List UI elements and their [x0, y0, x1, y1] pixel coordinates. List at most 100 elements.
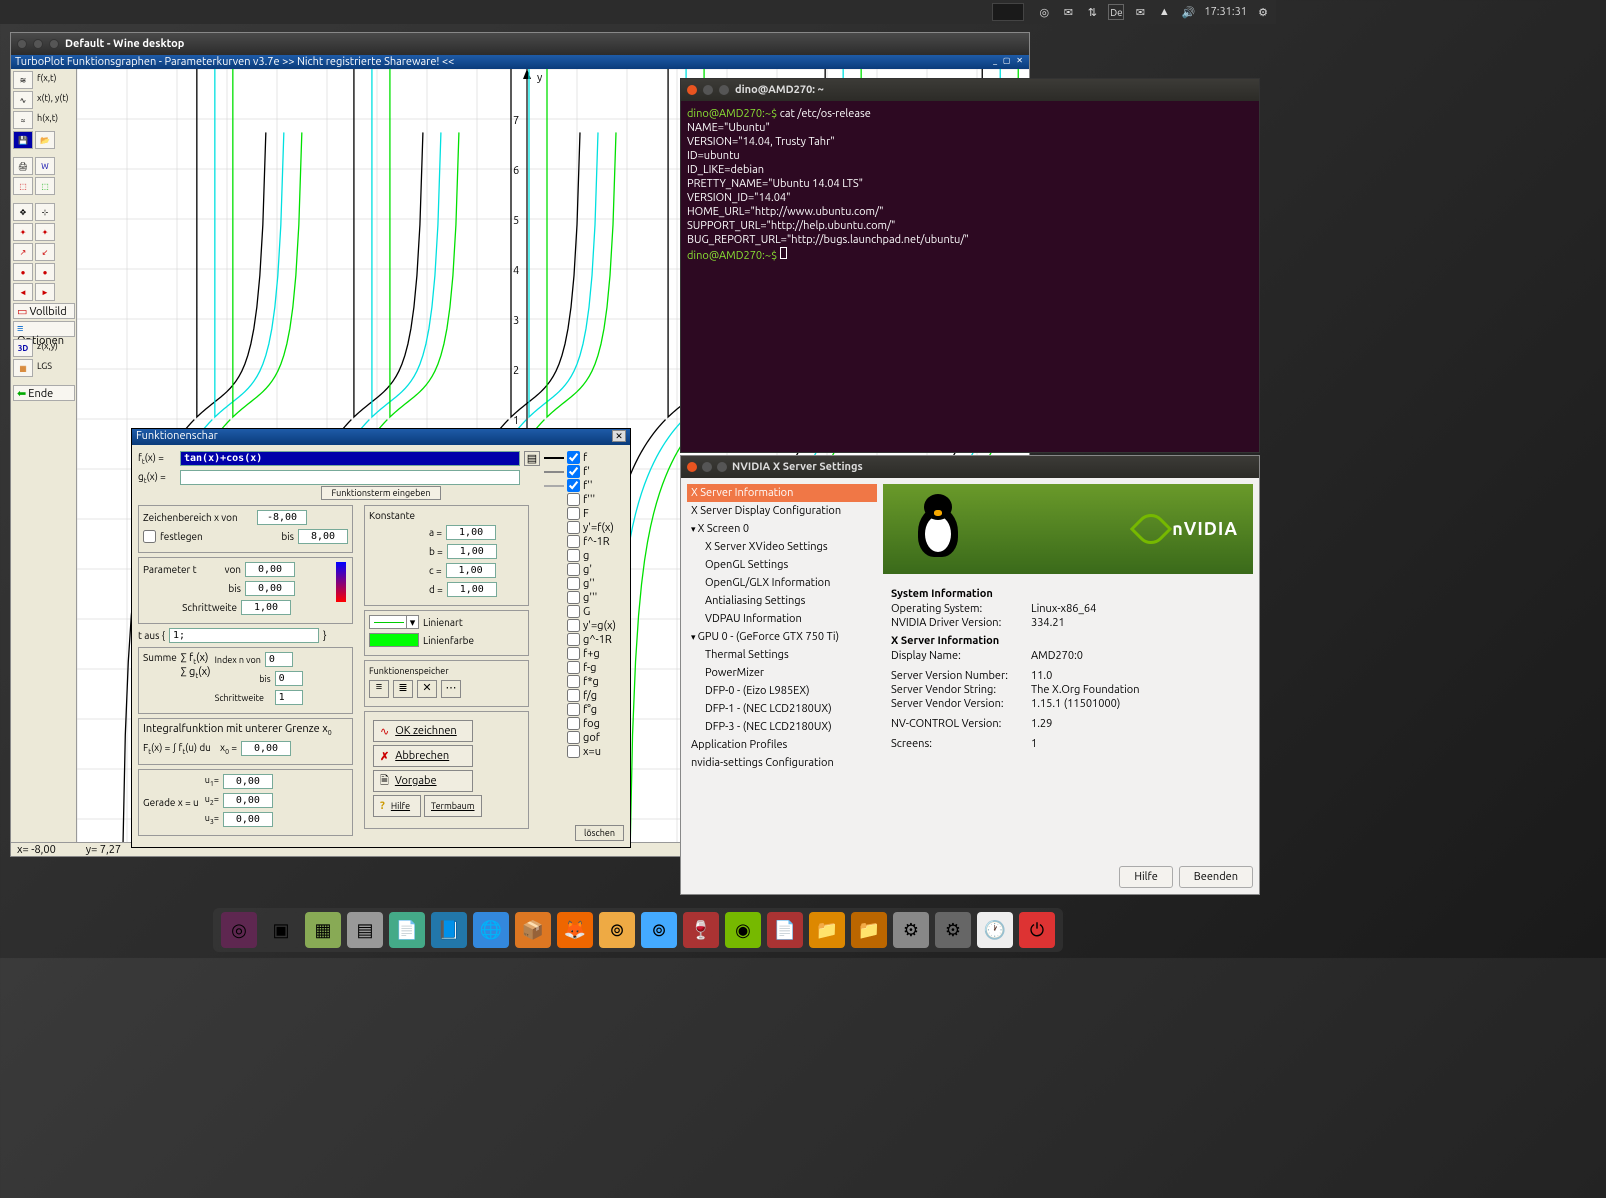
clock[interactable]: 17:31:31 — [1204, 6, 1247, 18]
dock-item[interactable]: 🕐 — [977, 912, 1013, 948]
updown-icon[interactable]: ⇅ — [1084, 4, 1100, 20]
flist-checkbox[interactable] — [567, 647, 580, 660]
param-step-input[interactable] — [241, 600, 291, 615]
tree-item[interactable]: GPU 0 - (GeForce GTX 750 Ti) — [687, 628, 877, 646]
dock-item[interactable]: 📄 — [389, 912, 425, 948]
fx-input[interactable] — [180, 451, 520, 466]
tool-a-icon[interactable]: ⬚ — [13, 177, 33, 195]
flist-checkbox[interactable] — [567, 619, 580, 632]
tree-item[interactable]: X Screen 0 — [687, 520, 877, 538]
grid-icon[interactable]: ▦ — [13, 359, 33, 377]
param-to-input[interactable] — [245, 581, 295, 596]
dock-item[interactable]: 📁 — [851, 912, 887, 948]
wine-titlebar[interactable]: Default - Wine desktop — [11, 33, 1029, 55]
dock-item[interactable]: ◎ — [221, 912, 257, 948]
dock-item[interactable]: 📄 — [767, 912, 803, 948]
flist-checkbox[interactable] — [567, 479, 580, 492]
dock-item[interactable]: ▤ — [347, 912, 383, 948]
maximize-icon[interactable] — [49, 39, 59, 49]
sound-icon[interactable]: 🔊 — [1180, 4, 1196, 20]
flist-checkbox[interactable] — [567, 451, 580, 464]
tree-item[interactable]: Application Profiles — [687, 736, 877, 754]
taus-input[interactable] — [169, 628, 319, 643]
print-icon[interactable]: 🖨 — [13, 157, 33, 175]
mem-a-icon[interactable]: ≡ — [369, 680, 389, 698]
dock-item[interactable]: 📁 — [809, 912, 845, 948]
dock-item[interactable]: ⊚ — [599, 912, 635, 948]
const-c-input[interactable] — [446, 563, 496, 578]
ok-button[interactable]: ∿OK zeichnen — [373, 720, 473, 742]
zoom-icon[interactable]: ⊹ — [35, 203, 55, 221]
flist-checkbox[interactable] — [567, 563, 580, 576]
fullscreen-button[interactable]: ▭ Vollbild — [13, 303, 75, 319]
dock-item[interactable]: ⚙ — [935, 912, 971, 948]
const-b-input[interactable] — [447, 544, 497, 559]
messaging-icon[interactable]: ✉ — [1060, 4, 1076, 20]
dock-item[interactable]: 🌐 — [473, 912, 509, 948]
sum-n3-input[interactable] — [275, 690, 303, 705]
arrows-b-icon[interactable]: ✦ — [35, 223, 55, 241]
h-tool-icon[interactable]: ≈ — [13, 111, 33, 129]
keyboard-lang-indicator[interactable]: De — [1108, 4, 1124, 20]
u1-input[interactable] — [223, 774, 273, 789]
festlegen-checkbox[interactable] — [143, 530, 156, 543]
dock-item[interactable]: ⊚ — [641, 912, 677, 948]
tree-item[interactable]: Thermal Settings — [687, 646, 877, 664]
flist-checkbox[interactable] — [567, 661, 580, 674]
exit-button[interactable]: ⬅ Ende — [13, 385, 75, 401]
3d-button[interactable]: 3D — [13, 339, 33, 357]
loeschen-button[interactable]: löschen — [575, 825, 624, 841]
linestyle-select[interactable]: ▾ — [369, 615, 419, 629]
arrows-d-icon[interactable]: ↙ — [35, 243, 55, 261]
default-button[interactable]: 🗎Vorgabe — [373, 770, 473, 792]
word-icon[interactable]: W — [35, 157, 55, 175]
u3-input[interactable] — [223, 812, 273, 827]
arrows-a-icon[interactable]: ✦ — [13, 223, 33, 241]
flist-checkbox[interactable] — [567, 549, 580, 562]
flist-checkbox[interactable] — [567, 535, 580, 548]
dock-item[interactable]: ◉ — [725, 912, 761, 948]
tree-item[interactable]: OpenGL Settings — [687, 556, 877, 574]
dock-item[interactable]: 📦 — [515, 912, 551, 948]
xy-tool-icon[interactable]: ∿ — [13, 91, 33, 109]
mem-d-icon[interactable]: ⋯ — [441, 680, 461, 698]
terminal-output[interactable]: dino@AMD270:~$ cat /etc/os-release NAME=… — [681, 101, 1259, 269]
tree-item[interactable]: PowerMizer — [687, 664, 877, 682]
tool-b-icon[interactable]: ⬚ — [35, 177, 55, 195]
mem-c-icon[interactable]: ✕ — [417, 680, 437, 698]
dot-a-icon[interactable]: ● — [13, 263, 33, 281]
tree-item[interactable]: DFP-3 - (NEC LCD2180UX) — [687, 718, 877, 736]
sum-n2-input[interactable] — [275, 671, 303, 686]
tree-item[interactable]: DFP-1 - (NEC LCD2180UX) — [687, 700, 877, 718]
options-button[interactable]: ≡ Optionen — [13, 321, 75, 337]
tree-item[interactable]: nvidia-settings Configuration — [687, 754, 877, 772]
quit-button[interactable]: Beenden — [1179, 866, 1253, 888]
close-icon[interactable] — [17, 39, 27, 49]
fx-tool-icon[interactable]: ≋ — [13, 71, 33, 89]
close-icon[interactable] — [687, 85, 697, 95]
help-button[interactable]: ?Hilfe — [373, 795, 421, 817]
dock-item[interactable]: 🍷 — [683, 912, 719, 948]
open-icon[interactable]: 📂 — [35, 131, 55, 149]
dock-item[interactable]: 📘 — [431, 912, 467, 948]
ubuntu-icon[interactable]: ◎ — [1036, 4, 1052, 20]
flist-checkbox[interactable] — [567, 689, 580, 702]
tree-item[interactable]: X Server Display Configuration — [687, 502, 877, 520]
dot-b-icon[interactable]: ● — [35, 263, 55, 281]
flist-checkbox[interactable] — [567, 521, 580, 534]
param-from-input[interactable] — [245, 562, 295, 577]
dock-item[interactable]: ▦ — [305, 912, 341, 948]
const-d-input[interactable] — [447, 582, 497, 597]
dock-item[interactable]: ⏻ — [1019, 912, 1055, 948]
system-monitor-indicator[interactable] — [992, 3, 1024, 21]
tree-item[interactable]: OpenGL/GLX Information — [687, 574, 877, 592]
maximize-icon[interactable] — [719, 85, 729, 95]
minimize-icon[interactable] — [33, 39, 43, 49]
turboplot-titlebar[interactable]: TurboPlot Funktionsgraphen - Parameterku… — [11, 55, 1029, 69]
move-icon[interactable]: ✥ — [13, 203, 33, 221]
flist-checkbox[interactable] — [567, 507, 580, 520]
flist-checkbox[interactable] — [567, 717, 580, 730]
close-icon[interactable] — [687, 462, 697, 472]
range-from-input[interactable] — [257, 510, 307, 525]
cancel-button[interactable]: ✗Abbrechen — [373, 745, 473, 767]
